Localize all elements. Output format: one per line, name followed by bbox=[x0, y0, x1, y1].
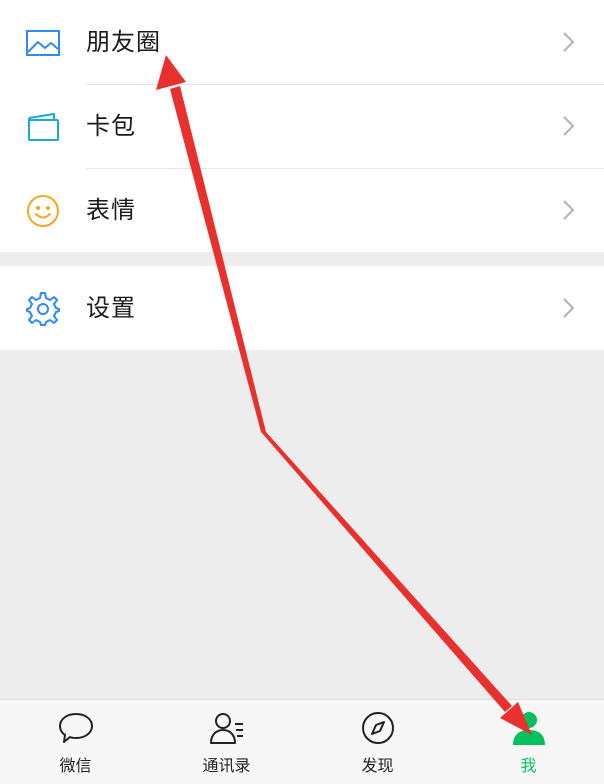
chevron-right-icon bbox=[556, 30, 580, 54]
tab-label: 微信 bbox=[59, 756, 92, 775]
settings-icon bbox=[24, 290, 62, 328]
menu-item-label: 表情 bbox=[86, 196, 136, 224]
tab-chats[interactable]: 微信 bbox=[0, 700, 151, 784]
tab-label: 通讯录 bbox=[202, 756, 251, 775]
chevron-right-icon bbox=[556, 114, 580, 138]
menu-group-primary: 朋友圈 卡包 表情 bbox=[0, 0, 604, 252]
card-wallet-icon bbox=[24, 108, 62, 146]
menu-item-moments[interactable]: 朋友圈 bbox=[0, 0, 604, 84]
discover-compass-icon bbox=[359, 710, 397, 746]
menu-item-stickers[interactable]: 表情 bbox=[0, 168, 604, 252]
tab-contacts[interactable]: 通讯录 bbox=[151, 700, 302, 784]
tab-label: 发现 bbox=[361, 756, 394, 775]
menu-item-label: 朋友圈 bbox=[86, 28, 161, 56]
menu-item-card-wallet[interactable]: 卡包 bbox=[0, 84, 604, 168]
arrow-to-me-tab bbox=[261, 432, 532, 735]
contacts-icon bbox=[208, 710, 246, 746]
chat-bubble-icon bbox=[57, 710, 95, 746]
menu-item-settings[interactable]: 设置 bbox=[0, 266, 604, 350]
chevron-right-icon bbox=[556, 198, 580, 222]
menu-group-settings: 设置 bbox=[0, 266, 604, 350]
tab-me[interactable]: 我 bbox=[453, 700, 604, 784]
bottom-tab-bar: 微信 通讯录 发现 我 bbox=[0, 699, 604, 784]
me-person-icon bbox=[510, 710, 548, 746]
menu-item-label: 设置 bbox=[86, 294, 136, 322]
chevron-right-icon bbox=[556, 296, 580, 320]
emoji-icon bbox=[24, 192, 62, 230]
moments-icon bbox=[24, 24, 62, 62]
tab-label: 我 bbox=[520, 756, 537, 775]
tab-discover[interactable]: 发现 bbox=[302, 700, 453, 784]
menu-item-label: 卡包 bbox=[86, 112, 136, 140]
